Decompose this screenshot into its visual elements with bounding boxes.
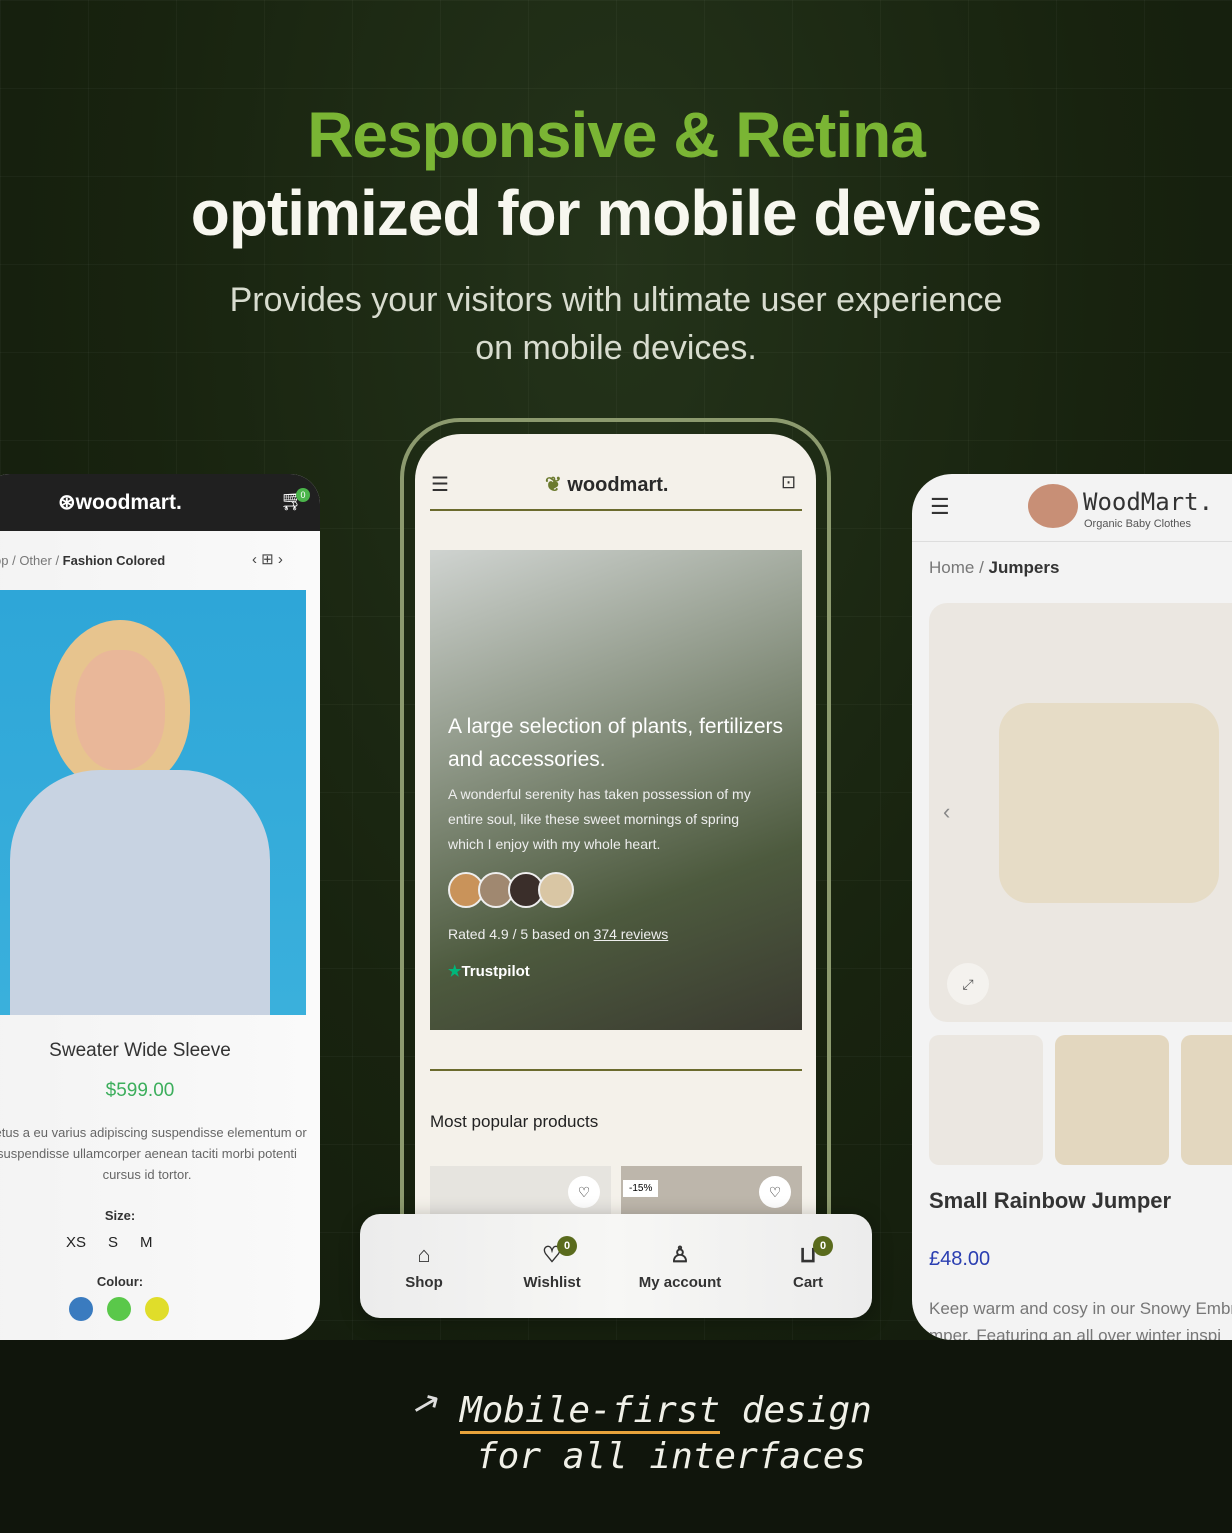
center-phone: ☰ ❦ woodmart. ⊡ A large selection of pla… bbox=[415, 434, 816, 1234]
size-s[interactable]: S bbox=[108, 1234, 118, 1251]
heart-icon[interactable]: ♡ bbox=[759, 1176, 791, 1208]
nav-shop[interactable]: ⌂ Shop bbox=[369, 1242, 479, 1291]
arrow-icon: ↗ bbox=[407, 1381, 445, 1427]
bear-logo-icon bbox=[1028, 484, 1078, 528]
breadcrumb: op / Other / Fashion Colored bbox=[0, 553, 165, 568]
cart-count: 0 bbox=[296, 488, 310, 502]
wishlist-count: 0 bbox=[557, 1235, 577, 1256]
colour-label: Colour: bbox=[96, 1274, 144, 1289]
menu-icon[interactable]: ☰ bbox=[431, 472, 449, 497]
crumb-current: Fashion Colored bbox=[62, 553, 166, 568]
right-phone: ☰ WoodMart. Organic Baby Clothes Home / … bbox=[912, 474, 1232, 1340]
colour-swatches bbox=[69, 1297, 169, 1321]
heart-icon[interactable]: ♡ bbox=[568, 1176, 600, 1208]
product-title: Small Rainbow Jumper bbox=[929, 1188, 1172, 1213]
discount-badge: -15% bbox=[623, 1180, 659, 1197]
user-icon: ♙ bbox=[670, 1241, 690, 1267]
reviewer-avatars bbox=[448, 872, 574, 908]
swatch-green[interactable] bbox=[107, 1297, 131, 1321]
thumbnail[interactable] bbox=[929, 1035, 1043, 1165]
size-m[interactable]: M bbox=[140, 1234, 153, 1251]
star-icon: ★ bbox=[448, 963, 462, 980]
tagline-line2: for all interfaces bbox=[476, 1436, 867, 1477]
breadcrumb: Home / Jumpers bbox=[929, 558, 1060, 577]
store-icon: ⌂ bbox=[417, 1241, 431, 1267]
logo[interactable]: ⊛woodmart. bbox=[58, 490, 182, 515]
product-description: Keep warm and cosy in our Snowy Embr bbox=[929, 1299, 1232, 1318]
product-description-2: mper. Featuring an all over winter inspi bbox=[929, 1326, 1221, 1340]
left-phone: ⊛woodmart. 🛒︎ 0 op / Other / Fashion Col… bbox=[0, 474, 320, 1340]
divider bbox=[430, 509, 802, 511]
divider bbox=[912, 541, 1232, 542]
logo[interactable]: ❦ woodmart. bbox=[545, 472, 668, 497]
leaf-icon: ❦ bbox=[545, 474, 568, 496]
product-image[interactable] bbox=[0, 590, 306, 1015]
banner-heading: A large selection of plants, fertilizers… bbox=[448, 715, 783, 771]
menu-icon[interactable]: ☰ bbox=[930, 494, 950, 520]
reviews-link[interactable]: 374 reviews bbox=[594, 926, 669, 942]
tagline-line1: Mobile-first design bbox=[460, 1390, 872, 1434]
logo-tagline: Organic Baby Clothes bbox=[1084, 518, 1191, 530]
swatch-yellow[interactable] bbox=[145, 1297, 169, 1321]
cart-count: 0 bbox=[813, 1235, 833, 1256]
crumb[interactable]: Home bbox=[929, 558, 974, 577]
hero-banner: A large selection of plants, fertilizers… bbox=[430, 550, 802, 1030]
bag-icon[interactable]: ⊡ bbox=[781, 472, 796, 493]
product-nav[interactable]: ‹ ⊞ › bbox=[252, 550, 283, 568]
size-xs[interactable]: XS bbox=[66, 1234, 86, 1251]
crumb-current: Jumpers bbox=[988, 558, 1060, 577]
hero-subtitle-2: on mobile devices. bbox=[475, 329, 757, 367]
section-title: Most popular products bbox=[430, 1112, 599, 1131]
product-image[interactable]: ‹ ⤢ bbox=[929, 603, 1232, 1022]
product-price: £48.00 bbox=[929, 1248, 991, 1270]
thumbnail[interactable] bbox=[1055, 1035, 1169, 1165]
crumb[interactable]: op bbox=[0, 553, 8, 568]
rating-text: Rated 4.9 / 5 based on 374 reviews bbox=[448, 926, 669, 942]
prev-arrow-icon[interactable]: ‹ bbox=[943, 799, 950, 825]
product-description: netus a eu varius adipiscing suspendisse… bbox=[0, 1125, 307, 1182]
divider bbox=[430, 1069, 802, 1071]
nav-wishlist[interactable]: ♡ 0 Wishlist bbox=[497, 1235, 607, 1291]
hero-title: optimized for mobile devices bbox=[190, 177, 1042, 249]
size-label: Size: bbox=[104, 1208, 136, 1223]
banner-text: A wonderful serenity has taken possessio… bbox=[448, 786, 751, 852]
logo[interactable]: WoodMart. bbox=[1083, 488, 1213, 516]
trustpilot-logo: ★Trustpilot bbox=[448, 963, 530, 980]
product-price: $599.00 bbox=[105, 1080, 175, 1101]
hero-title-green: Responsive & Retina bbox=[307, 99, 926, 171]
size-options: XS S M bbox=[66, 1234, 153, 1251]
product-title: Sweater Wide Sleeve bbox=[49, 1040, 231, 1061]
nav-cart[interactable]: ⊔ 0 Cart bbox=[753, 1235, 863, 1291]
hero-subtitle-1: Provides your visitors with ultimate use… bbox=[229, 281, 1003, 319]
nav-account[interactable]: ♙ My account bbox=[625, 1242, 735, 1291]
crumb[interactable]: Other bbox=[19, 553, 52, 568]
expand-icon[interactable]: ⤢ bbox=[947, 963, 989, 1005]
swatch-blue[interactable] bbox=[69, 1297, 93, 1321]
left-header: ⊛woodmart. 🛒︎ 0 bbox=[0, 474, 320, 531]
tree-icon: ⊛ bbox=[58, 491, 76, 514]
bottom-nav: ⌂ Shop ♡ 0 Wishlist ♙ My account ⊔ 0 Cart bbox=[360, 1214, 872, 1318]
thumbnail[interactable] bbox=[1181, 1035, 1232, 1165]
